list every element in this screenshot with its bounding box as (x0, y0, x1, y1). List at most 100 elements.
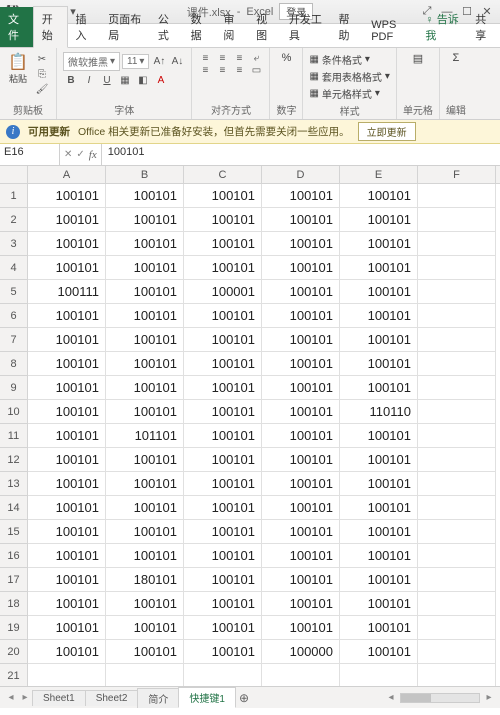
cell[interactable]: 100101 (28, 328, 106, 352)
cell[interactable]: 100101 (340, 352, 418, 376)
row-header[interactable]: 13 (0, 472, 28, 496)
cell[interactable]: 100101 (262, 304, 340, 328)
cell[interactable] (418, 424, 496, 448)
merge-icon[interactable]: ▭ (249, 64, 263, 76)
row-header[interactable]: 11 (0, 424, 28, 448)
cell[interactable]: 100101 (184, 208, 262, 232)
cell[interactable]: 100101 (262, 496, 340, 520)
row-header[interactable]: 21 (0, 664, 28, 686)
font-color-button[interactable]: A (153, 73, 169, 87)
cell[interactable]: 100101 (340, 496, 418, 520)
tab-formulas[interactable]: 公式 (150, 7, 183, 47)
italic-button[interactable]: I (81, 73, 97, 87)
cell[interactable]: 100101 (106, 376, 184, 400)
sheet-tab-sheet1[interactable]: Sheet1 (32, 690, 86, 706)
cell[interactable]: 100101 (28, 616, 106, 640)
update-now-button[interactable]: 立即更新 (358, 122, 416, 141)
name-box[interactable]: E16 (0, 144, 60, 165)
tab-tellme[interactable]: ♀ 告诉我 (417, 7, 467, 47)
cell[interactable]: 100101 (184, 352, 262, 376)
cell[interactable]: 100101 (28, 640, 106, 664)
row-header[interactable]: 7 (0, 328, 28, 352)
cell[interactable]: 100101 (28, 472, 106, 496)
row-header[interactable]: 20 (0, 640, 28, 664)
cell[interactable] (418, 448, 496, 472)
row-header[interactable]: 3 (0, 232, 28, 256)
align-middle-icon[interactable]: ≡ (215, 52, 229, 64)
cell[interactable]: 100101 (184, 232, 262, 256)
cell[interactable]: 100101 (28, 208, 106, 232)
cell[interactable]: 100101 (184, 256, 262, 280)
cell[interactable] (418, 280, 496, 304)
row-header[interactable]: 2 (0, 208, 28, 232)
cell[interactable]: 100101 (340, 520, 418, 544)
row-header[interactable]: 6 (0, 304, 28, 328)
cell[interactable]: 100101 (262, 256, 340, 280)
tab-insert[interactable]: 插入 (68, 7, 101, 47)
cell[interactable]: 100101 (184, 568, 262, 592)
cell[interactable]: 100101 (340, 208, 418, 232)
cell[interactable]: 100101 (184, 424, 262, 448)
cell[interactable]: 110110 (340, 400, 418, 424)
row-header[interactable]: 1 (0, 184, 28, 208)
cell[interactable]: 100101 (262, 472, 340, 496)
cell[interactable] (418, 232, 496, 256)
cell[interactable]: 100101 (340, 592, 418, 616)
row-header[interactable]: 16 (0, 544, 28, 568)
row-header[interactable]: 9 (0, 376, 28, 400)
cell[interactable]: 100101 (106, 640, 184, 664)
cell[interactable]: 100101 (28, 448, 106, 472)
cell[interactable]: 100101 (262, 280, 340, 304)
cell[interactable]: 100101 (184, 592, 262, 616)
cell[interactable]: 100101 (340, 472, 418, 496)
tab-review[interactable]: 审阅 (215, 7, 248, 47)
cell[interactable]: 100101 (106, 472, 184, 496)
tab-data[interactable]: 数据 (183, 7, 216, 47)
cell[interactable]: 100101 (28, 568, 106, 592)
cell[interactable]: 100101 (184, 328, 262, 352)
decrease-font-icon[interactable]: A↓ (169, 55, 185, 69)
cell[interactable]: 100101 (106, 328, 184, 352)
row-header[interactable]: 12 (0, 448, 28, 472)
cell[interactable]: 100101 (184, 472, 262, 496)
select-all-corner[interactable] (0, 166, 28, 183)
cell[interactable]: 100101 (262, 400, 340, 424)
row-header[interactable]: 18 (0, 592, 28, 616)
cell[interactable]: 100101 (262, 520, 340, 544)
sheet-tab-sheet2[interactable]: Sheet2 (85, 690, 139, 706)
cell[interactable]: 100101 (28, 544, 106, 568)
cell[interactable]: 100101 (28, 184, 106, 208)
paste-button[interactable]: 📋 粘贴 (6, 52, 30, 84)
cell[interactable]: 100101 (340, 256, 418, 280)
cell[interactable]: 100101 (184, 520, 262, 544)
cell[interactable]: 100101 (106, 496, 184, 520)
align-top-icon[interactable]: ≡ (198, 52, 212, 64)
cell[interactable]: 100001 (184, 280, 262, 304)
cell[interactable]: 100101 (262, 352, 340, 376)
cell[interactable]: 100101 (184, 400, 262, 424)
cell[interactable] (418, 616, 496, 640)
cell[interactable]: 100101 (106, 208, 184, 232)
cell[interactable] (340, 664, 418, 686)
row-header[interactable]: 17 (0, 568, 28, 592)
cell[interactable]: 100101 (262, 208, 340, 232)
column-header[interactable]: A (28, 166, 106, 183)
bold-button[interactable]: B (63, 73, 79, 87)
cell[interactable]: 100101 (184, 448, 262, 472)
cell[interactable]: 100101 (28, 400, 106, 424)
cut-icon[interactable]: ✂ (34, 52, 50, 66)
tab-view[interactable]: 视图 (248, 7, 281, 47)
cell[interactable] (418, 376, 496, 400)
cell[interactable]: 100101 (262, 592, 340, 616)
cell[interactable]: 100101 (106, 400, 184, 424)
align-right-icon[interactable]: ≡ (232, 64, 246, 76)
cell[interactable]: 100101 (184, 304, 262, 328)
cell[interactable]: 100101 (340, 328, 418, 352)
cell[interactable]: 100101 (106, 280, 184, 304)
column-header[interactable]: C (184, 166, 262, 183)
cell[interactable]: 100101 (106, 184, 184, 208)
border-button[interactable]: ▦ (117, 73, 133, 87)
row-header[interactable]: 15 (0, 520, 28, 544)
cell-styles-button[interactable]: ▦单元格样式▾ (309, 86, 379, 101)
cell[interactable]: 100101 (340, 304, 418, 328)
